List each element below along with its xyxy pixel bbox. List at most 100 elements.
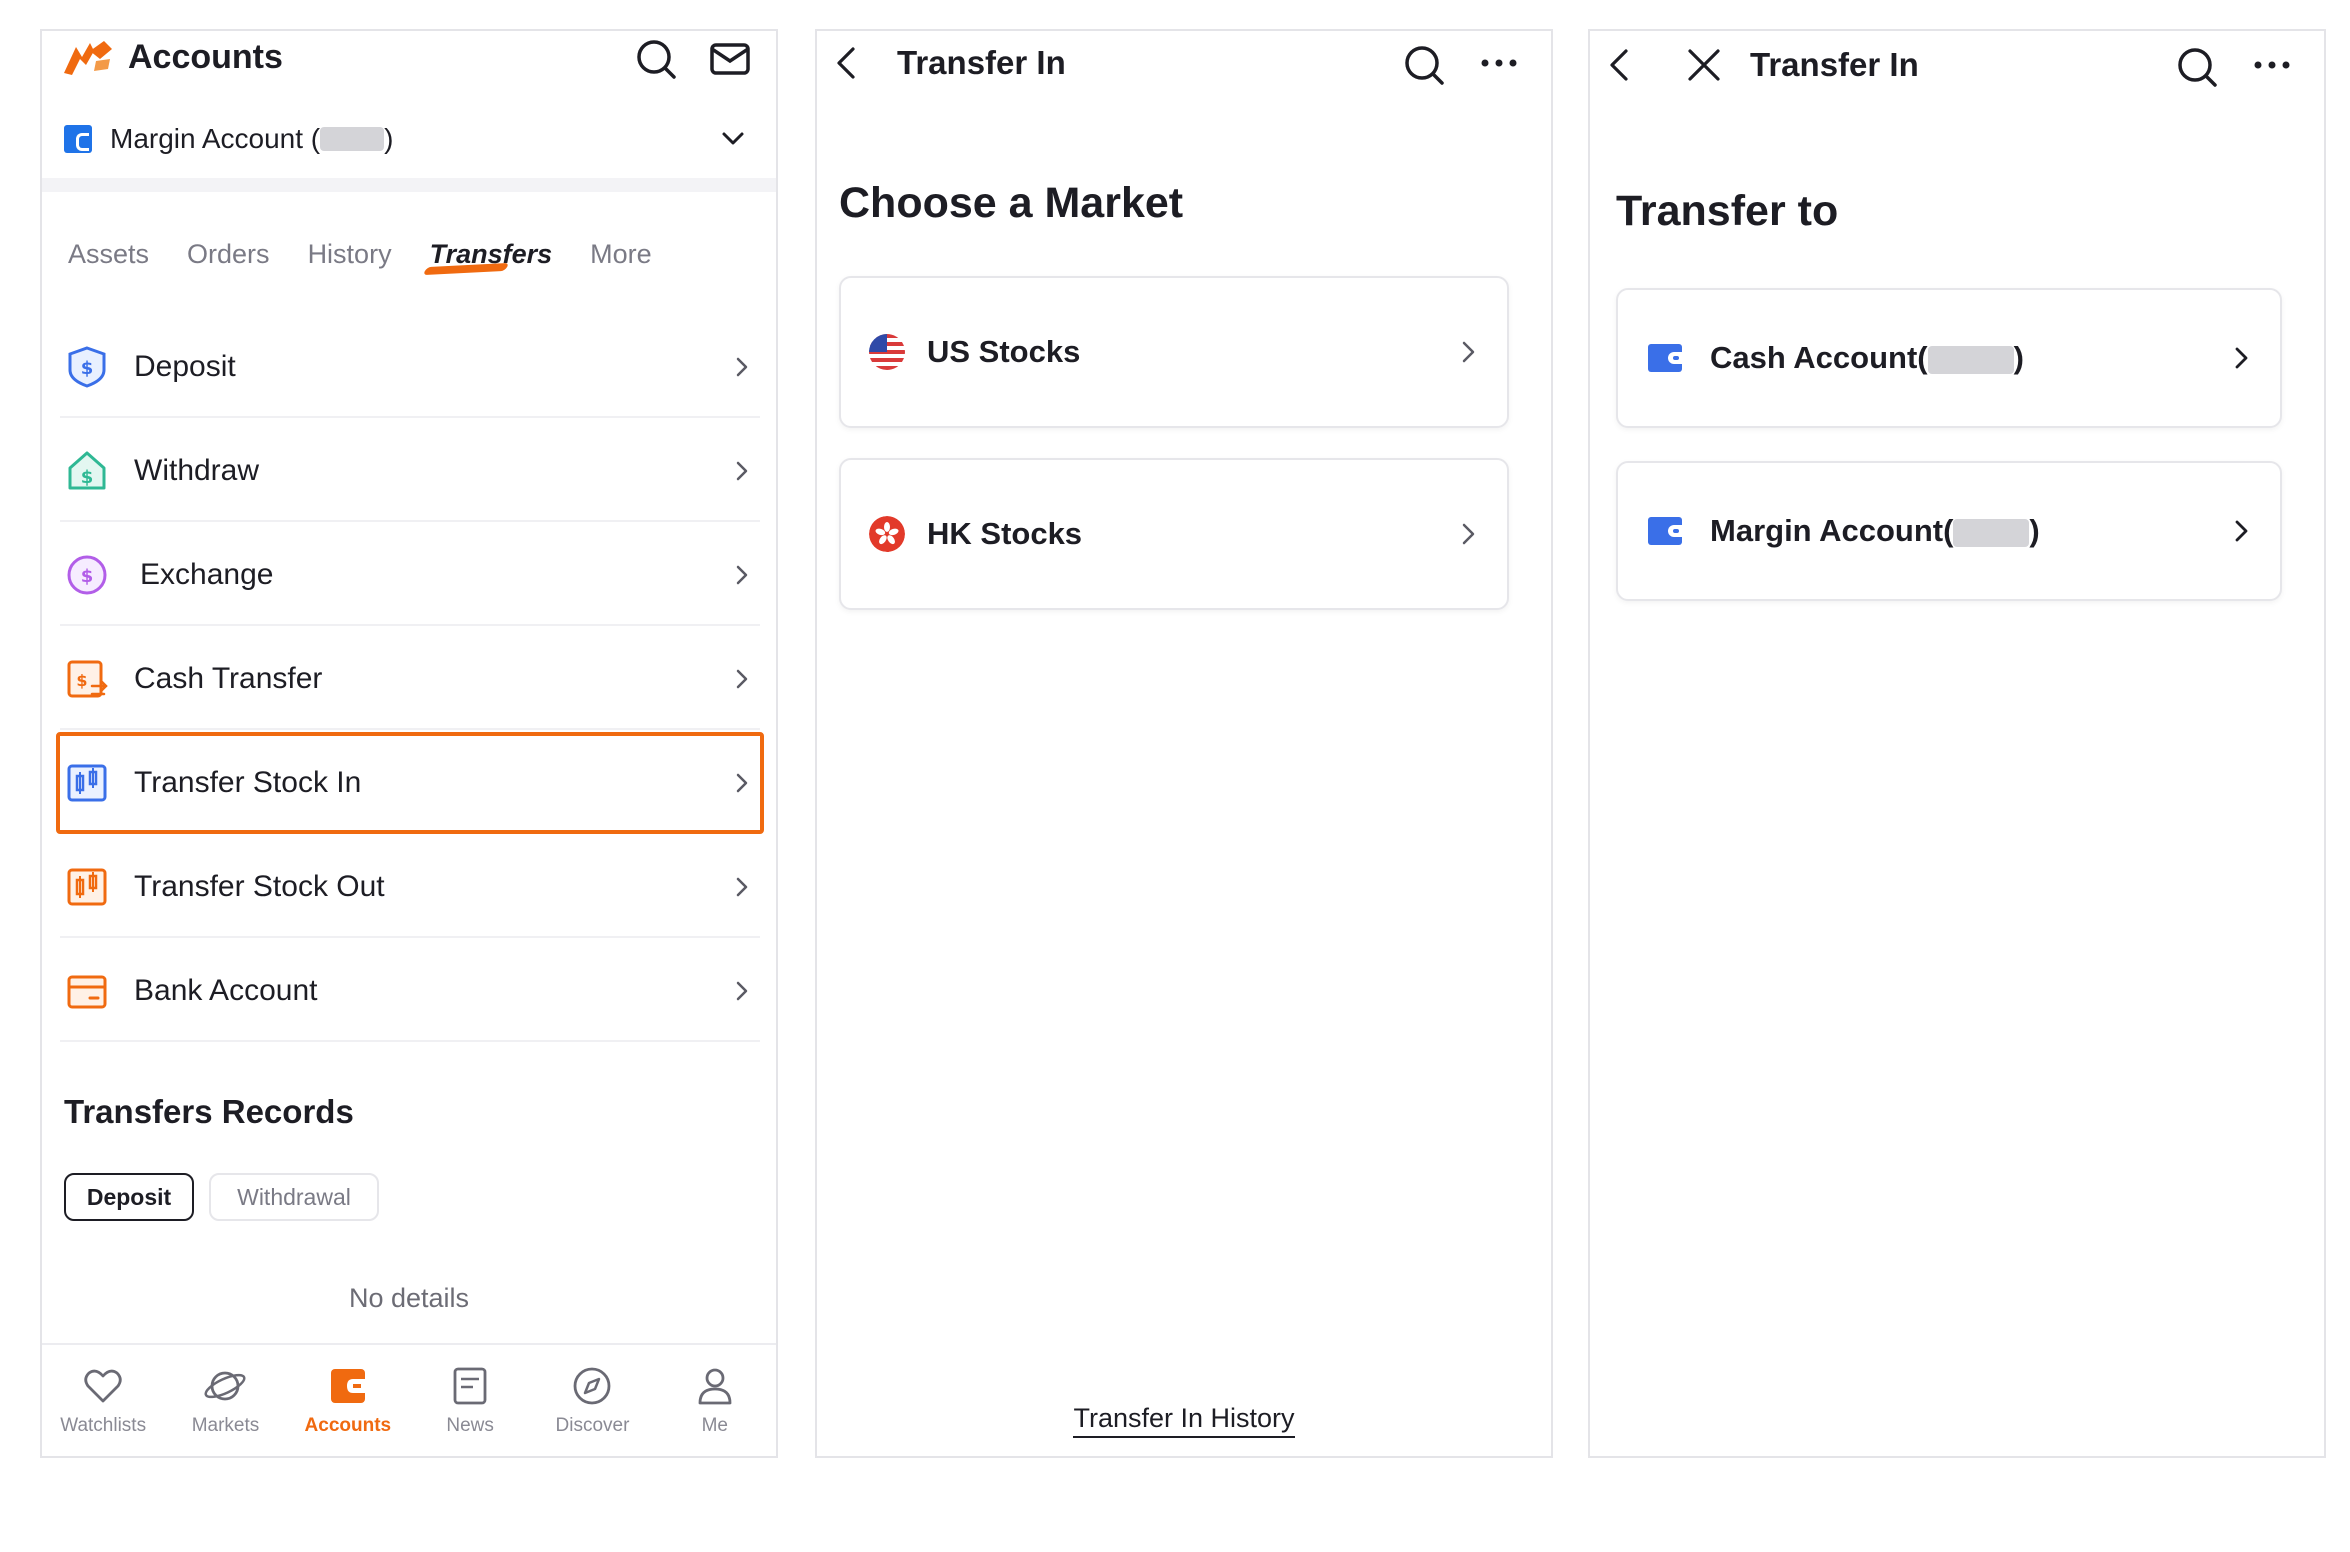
accounts-screen: Accounts Margin Account () Assets Orders… <box>40 29 778 1458</box>
market-hk-stocks[interactable]: HK Stocks <box>839 458 1509 610</box>
account-icon <box>64 125 92 153</box>
planet-icon <box>204 1371 246 1401</box>
page-title: Accounts <box>128 38 283 76</box>
divider <box>60 520 760 522</box>
divider <box>60 1040 760 1042</box>
person-icon <box>698 1368 732 1405</box>
tab-more[interactable]: More <box>590 229 652 279</box>
transfer-to-screen: Transfer In Transfer to Cash Account() M… <box>1588 29 2326 1458</box>
account-selector[interactable]: Margin Account () <box>64 111 754 167</box>
tab-history[interactable]: History <box>308 229 392 279</box>
menu-item-cash-transfer[interactable]: $ Cash Transfer <box>60 628 760 730</box>
chevron-right-icon <box>728 665 756 693</box>
menu-item-label: Transfer Stock Out <box>134 870 385 903</box>
chevron-right-icon <box>1453 519 1483 549</box>
nav-discover[interactable]: Discover <box>531 1345 653 1456</box>
menu-item-label: Cash Transfer <box>134 662 323 695</box>
chevron-right-icon <box>728 457 756 485</box>
section-heading: Choose a Market <box>839 179 1184 227</box>
tab-transfers-label: Transfers <box>429 239 553 269</box>
account-label-prefix: Margin Account ( <box>110 123 321 154</box>
section-divider <box>42 178 776 192</box>
withdraw-icon: $ <box>64 448 110 494</box>
nav-label: Accounts <box>304 1415 392 1436</box>
wallet-icon <box>330 1369 365 1403</box>
transfers-records-title: Transfers Records <box>64 1093 354 1130</box>
market-us-stocks[interactable]: US Stocks <box>839 276 1509 428</box>
nav-watchlists[interactable]: Watchlists <box>42 1345 164 1456</box>
filter-withdrawal[interactable]: Withdrawal <box>209 1173 379 1221</box>
tab-orders[interactable]: Orders <box>187 229 270 279</box>
chevron-down-icon[interactable] <box>718 124 748 154</box>
deposit-icon: $ <box>64 344 110 390</box>
menu-item-label: Bank Account <box>134 974 318 1007</box>
menu-item-transfer-stock-out[interactable]: Transfer Stock Out <box>60 836 760 938</box>
section-heading: Transfer to <box>1616 187 1839 235</box>
account-label-suffix: ) <box>2029 513 2040 548</box>
more-options-icon[interactable] <box>1475 43 1523 83</box>
account-option-label: Cash Account() <box>1710 340 2226 376</box>
nav-markets[interactable]: Markets <box>164 1345 286 1456</box>
menu-item-exchange[interactable]: $ Exchange <box>60 524 760 626</box>
nav-me[interactable]: Me <box>654 1345 776 1456</box>
svg-text:$: $ <box>81 358 94 379</box>
us-flag-icon <box>869 334 905 370</box>
more-options-icon[interactable] <box>2248 45 2296 85</box>
back-arrow-icon[interactable] <box>1600 45 1640 85</box>
divider <box>60 728 760 730</box>
svg-text:$: $ <box>76 671 87 690</box>
account-label-suffix: ) <box>384 123 394 154</box>
transfer-stock-out-icon <box>64 864 110 910</box>
nav-label: News <box>446 1415 494 1436</box>
bank-account-icon <box>64 968 110 1014</box>
transfer-in-history-link[interactable]: Transfer In History <box>817 1403 1551 1438</box>
transfer-stock-in-icon <box>64 760 110 806</box>
chevron-right-icon <box>2226 343 2256 373</box>
tab-transfers[interactable]: Transfers <box>422 229 553 279</box>
menu-item-label: Deposit <box>134 350 236 383</box>
chevron-right-icon <box>728 353 756 381</box>
account-option-label: Margin Account() <box>1710 513 2226 549</box>
empty-state-text: No details <box>348 1283 470 1313</box>
account-tabs: Assets Orders History Transfers More <box>68 229 690 279</box>
account-option-cash[interactable]: Cash Account() <box>1616 288 2282 428</box>
svg-text:$: $ <box>81 566 94 587</box>
menu-item-withdraw[interactable]: $ Withdraw <box>60 420 760 522</box>
account-label-prefix: Margin Account( <box>1710 513 1954 548</box>
exchange-icon: $ <box>64 552 110 598</box>
mail-icon[interactable] <box>706 35 754 83</box>
market-label: HK Stocks <box>927 516 1083 551</box>
redacted-account-number <box>1953 518 2030 547</box>
nav-news[interactable]: News <box>409 1345 531 1456</box>
market-label: US Stocks <box>927 334 1081 369</box>
filter-deposit[interactable]: Deposit <box>64 1173 194 1221</box>
compass-icon <box>574 1367 611 1405</box>
menu-item-label: Exchange <box>140 558 274 591</box>
nav-label: Me <box>701 1415 728 1436</box>
cash-transfer-icon: $ <box>64 656 110 702</box>
menu-item-bank-account[interactable]: Bank Account <box>60 940 760 1042</box>
close-icon[interactable] <box>1684 45 1724 85</box>
heart-icon <box>84 1369 122 1403</box>
news-icon <box>453 1367 487 1405</box>
transfer-in-history-label: Transfer In History <box>1073 1403 1295 1438</box>
menu-item-transfer-stock-in[interactable]: Transfer Stock In <box>56 732 764 834</box>
chevron-right-icon <box>728 873 756 901</box>
account-label-prefix: Cash Account( <box>1710 340 1928 375</box>
nav-accounts[interactable]: Accounts <box>287 1345 409 1456</box>
search-icon[interactable] <box>632 35 680 83</box>
search-icon[interactable] <box>1400 41 1448 89</box>
page-title: Transfer In <box>1750 46 1919 83</box>
hk-flag-icon <box>869 516 905 552</box>
page-title: Transfer In <box>897 44 1066 81</box>
back-arrow-icon[interactable] <box>827 43 867 83</box>
chevron-right-icon <box>1453 337 1483 367</box>
menu-item-deposit[interactable]: $ Deposit <box>60 316 760 418</box>
search-icon[interactable] <box>2173 43 2221 91</box>
tab-assets[interactable]: Assets <box>68 229 149 279</box>
redacted-account-number <box>320 127 385 151</box>
svg-text:$: $ <box>81 467 94 488</box>
account-option-margin[interactable]: Margin Account() <box>1616 461 2282 601</box>
app-logo-icon <box>60 37 116 77</box>
divider <box>60 624 760 626</box>
